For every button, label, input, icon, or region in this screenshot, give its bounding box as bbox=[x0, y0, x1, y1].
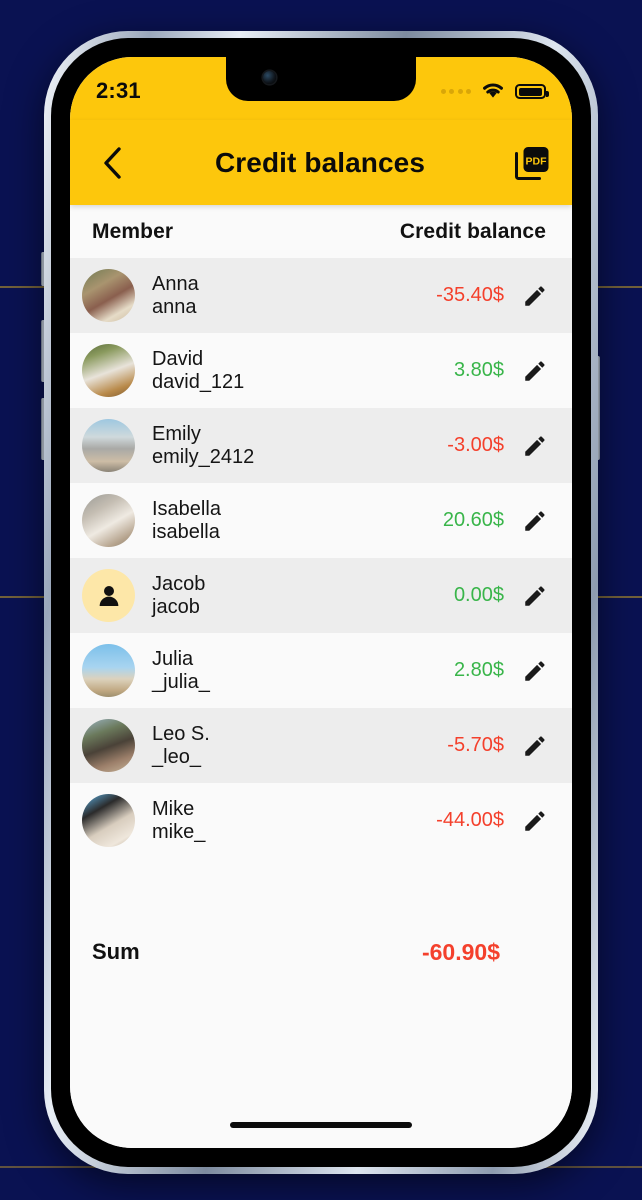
background-rule bbox=[598, 596, 642, 598]
edit-balance-button[interactable] bbox=[518, 429, 552, 463]
member-username: _leo_ bbox=[152, 745, 201, 768]
status-clock: 2:31 bbox=[96, 77, 141, 103]
home-indicator[interactable] bbox=[230, 1122, 412, 1128]
pencil-icon bbox=[525, 360, 545, 381]
member-names: Jacob jacob bbox=[152, 573, 454, 619]
credit-balance-value: -5.70$ bbox=[447, 734, 504, 756]
table-row[interactable]: Leo S. _leo_ -5.70$ bbox=[70, 708, 572, 783]
table-row[interactable]: Isabella isabella 20.60$ bbox=[70, 483, 572, 558]
column-header-member: Member bbox=[92, 219, 174, 243]
table-row[interactable]: Julia _julia_ 2.80$ bbox=[70, 633, 572, 708]
member-list[interactable]: Anna anna -35.40$ David david_121 3.80$ Emily e… bbox=[70, 258, 572, 1148]
credit-balance-value: 3.80$ bbox=[453, 359, 504, 381]
page-title: Credit balances bbox=[214, 146, 426, 178]
background-rule bbox=[598, 286, 642, 288]
credit-balance-value: -3.00$ bbox=[447, 434, 504, 456]
member-name: Emily bbox=[152, 422, 201, 445]
edit-balance-button[interactable] bbox=[518, 279, 552, 313]
column-header-balance: Credit balance bbox=[399, 219, 546, 243]
wifi-icon bbox=[480, 80, 506, 104]
back-button[interactable] bbox=[82, 132, 144, 194]
phone-screen: 2:31 Credit balances PDF Member Credit b… bbox=[70, 57, 572, 1148]
avatar bbox=[82, 494, 135, 547]
person-icon bbox=[82, 569, 135, 622]
avatar-placeholder bbox=[82, 569, 135, 622]
table-row[interactable]: Anna anna -35.40$ bbox=[70, 258, 572, 333]
edit-balance-button[interactable] bbox=[518, 354, 552, 388]
credit-balance-value: 0.00$ bbox=[453, 584, 504, 606]
member-username: jacob bbox=[152, 595, 200, 618]
member-names: Leo S. _leo_ bbox=[152, 723, 447, 769]
member-name: Isabella bbox=[152, 497, 221, 520]
avatar bbox=[82, 719, 135, 772]
phone-bezel: 2:31 Credit balances PDF Member Credit b… bbox=[51, 38, 591, 1167]
credit-balance-value: 20.60$ bbox=[442, 509, 504, 531]
avatar bbox=[82, 644, 135, 697]
front-camera-icon bbox=[263, 71, 276, 84]
svg-text:PDF: PDF bbox=[526, 155, 548, 167]
pdf-export-button[interactable]: PDF bbox=[502, 132, 562, 194]
battery-full-icon bbox=[515, 84, 549, 99]
signal-dots-icon bbox=[440, 89, 471, 94]
member-rows: Anna anna -35.40$ David david_121 3.80$ Emily e… bbox=[70, 258, 572, 858]
avatar bbox=[82, 794, 135, 847]
member-names: Anna anna bbox=[152, 273, 436, 319]
member-name: David bbox=[152, 347, 204, 370]
avatar bbox=[82, 419, 135, 472]
member-username: emily_2412 bbox=[152, 445, 255, 468]
avatar bbox=[82, 344, 135, 397]
pencil-icon bbox=[525, 510, 545, 531]
member-names: Mike mike_ bbox=[152, 798, 436, 844]
pencil-icon bbox=[525, 585, 545, 606]
member-names: David david_121 bbox=[152, 348, 454, 394]
pencil-icon bbox=[525, 735, 545, 756]
member-name: Leo S. bbox=[152, 722, 210, 745]
member-name: Anna bbox=[152, 272, 199, 295]
member-names: Emily emily_2412 bbox=[152, 423, 447, 469]
pencil-icon bbox=[525, 285, 545, 306]
pdf-export-icon: PDF bbox=[515, 146, 549, 180]
edit-balance-button[interactable] bbox=[518, 654, 552, 688]
edit-balance-button[interactable] bbox=[518, 729, 552, 763]
summary-value: -60.90$ bbox=[421, 938, 500, 965]
edit-balance-button[interactable] bbox=[518, 804, 552, 838]
member-name: Julia bbox=[152, 647, 194, 670]
member-username: _julia_ bbox=[152, 670, 210, 693]
table-row[interactable]: Emily emily_2412 -3.00$ bbox=[70, 408, 572, 483]
credit-balance-value: -35.40$ bbox=[436, 284, 504, 306]
member-name: Jacob bbox=[152, 572, 206, 595]
table-row[interactable]: Mike mike_ -44.00$ bbox=[70, 783, 572, 858]
member-name: Mike bbox=[152, 797, 195, 820]
member-username: david_121 bbox=[152, 370, 245, 393]
table-header: Member Credit balance bbox=[70, 205, 572, 258]
status-indicators bbox=[440, 80, 549, 104]
edit-balance-button[interactable] bbox=[518, 504, 552, 538]
device-notch bbox=[226, 57, 416, 101]
summary-label: Sum bbox=[92, 939, 140, 964]
member-names: Julia _julia_ bbox=[152, 648, 454, 694]
table-row[interactable]: David david_121 3.80$ bbox=[70, 333, 572, 408]
credit-balance-value: -44.00$ bbox=[436, 809, 504, 831]
member-username: isabella bbox=[152, 520, 220, 543]
table-row[interactable]: Jacob jacob 0.00$ bbox=[70, 558, 572, 633]
chevron-left-icon bbox=[104, 146, 121, 179]
pencil-icon bbox=[525, 435, 545, 456]
member-username: mike_ bbox=[152, 820, 206, 843]
pencil-icon bbox=[525, 660, 545, 681]
phone-frame: 2:31 Credit balances PDF Member Credit b… bbox=[44, 31, 598, 1174]
member-username: anna bbox=[152, 295, 197, 318]
credit-balance-value: 2.80$ bbox=[453, 659, 504, 681]
avatar bbox=[82, 269, 135, 322]
pencil-icon bbox=[525, 810, 545, 831]
navigation-bar: Credit balances PDF bbox=[70, 120, 572, 205]
edit-balance-button[interactable] bbox=[518, 579, 552, 613]
member-names: Isabella isabella bbox=[152, 498, 443, 544]
summary-row: Sum -60.90$ bbox=[70, 921, 572, 983]
